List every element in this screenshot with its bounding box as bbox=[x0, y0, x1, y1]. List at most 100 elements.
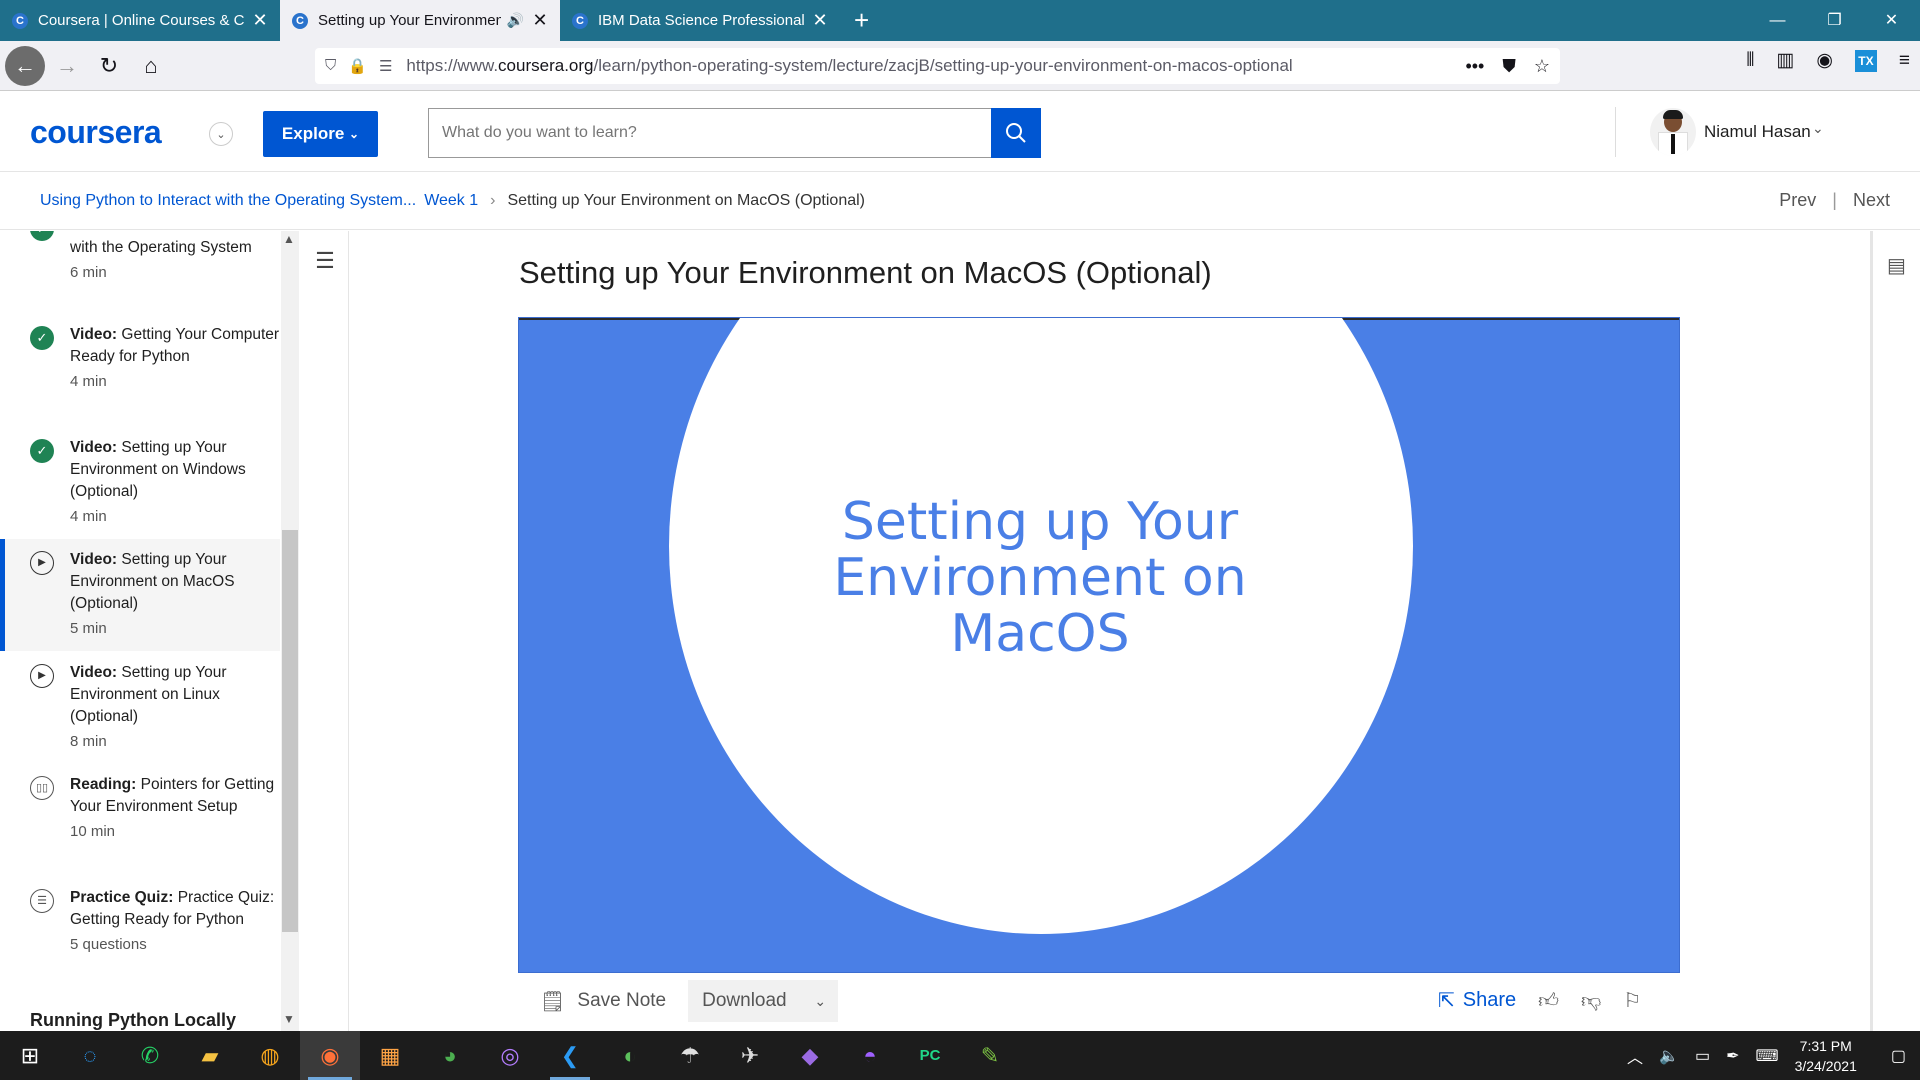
browser-tab[interactable]: C IBM Data Science Professional ✕ bbox=[560, 0, 840, 41]
github-icon[interactable]: ◎ bbox=[480, 1031, 540, 1080]
close-tab-icon[interactable]: ✕ bbox=[252, 10, 268, 31]
sidebar-item-title: with the Operating System bbox=[70, 239, 252, 256]
sidebar-item[interactable]: ☰ Practice Quiz: Practice Quiz: Getting … bbox=[0, 887, 280, 956]
thumbs-down-icon[interactable]: 👎︎ bbox=[1581, 989, 1601, 1013]
search-icon[interactable]: ◌ bbox=[60, 1031, 120, 1080]
user-name[interactable]: Niamul Hasan bbox=[1704, 122, 1811, 142]
clock[interactable]: 7:31 PM 3/24/2021 bbox=[1795, 1036, 1857, 1076]
sidebar-scroll-thumb[interactable] bbox=[282, 530, 298, 932]
page-title: Setting up Your Environment on MacOS (Op… bbox=[519, 255, 1212, 290]
menu-icon[interactable]: ≡ bbox=[1899, 50, 1910, 72]
sidebar-toggle-icon[interactable]: ▥ bbox=[1776, 49, 1794, 72]
note-icon: 🗒 bbox=[540, 990, 566, 1013]
coursera-logo[interactable]: coursera bbox=[30, 114, 162, 151]
explore-button[interactable]: Explore ⌄ bbox=[263, 111, 378, 157]
file-explorer-icon[interactable]: ▰ bbox=[180, 1031, 240, 1080]
prev-link[interactable]: Prev bbox=[1779, 190, 1816, 211]
pocket-icon[interactable]: ⛊ bbox=[1502, 56, 1516, 77]
video-player[interactable]: Setting up Your Environment on MacOS bbox=[518, 317, 1680, 973]
check-icon: ✓ bbox=[30, 439, 54, 463]
chevron-up-icon[interactable]: ︿ bbox=[1627, 1044, 1643, 1068]
sidebar-item[interactable]: ▶ Video: Setting up Your Environment on … bbox=[0, 662, 280, 753]
sidebar-item[interactable]: ✓ Video: Setting up Your Environment on … bbox=[0, 437, 280, 528]
close-tab-icon[interactable]: ✕ bbox=[812, 10, 828, 31]
close-tab-icon[interactable]: ✕ bbox=[532, 10, 548, 31]
notepad-icon[interactable]: ✎ bbox=[960, 1031, 1020, 1080]
app-icon[interactable]: ◍ bbox=[240, 1031, 300, 1080]
play-icon: ▶ bbox=[30, 664, 54, 688]
pycharm-icon[interactable]: PC bbox=[900, 1031, 960, 1080]
volume-icon[interactable]: 🔈 bbox=[1659, 1046, 1679, 1066]
permissions-icon[interactable]: ☰ bbox=[379, 57, 392, 75]
save-note-label: Save Note bbox=[577, 990, 667, 1011]
back-arrow-icon[interactable]: ← bbox=[5, 45, 45, 86]
notes-icon[interactable]: ▤ bbox=[1887, 253, 1906, 278]
network-icon[interactable]: ▭ bbox=[1695, 1046, 1710, 1066]
vscode-icon[interactable]: ❮ bbox=[540, 1031, 600, 1080]
list-toggle-icon[interactable]: ☰ bbox=[303, 239, 347, 283]
more-actions-icon[interactable]: ••• bbox=[1465, 56, 1484, 77]
speaker-icon[interactable]: 🔊 bbox=[507, 12, 524, 29]
firefox-icon[interactable]: ◉ bbox=[300, 1031, 360, 1080]
new-tab-icon[interactable]: + bbox=[854, 0, 869, 41]
sidebar-item-active[interactable]: ▶ Video: Setting up Your Environment on … bbox=[0, 539, 280, 651]
extension-icon[interactable]: TX bbox=[1854, 49, 1877, 72]
tab-label: Setting up Your Environmen bbox=[318, 12, 501, 29]
spaceship-icon[interactable]: ✈ bbox=[720, 1031, 780, 1080]
search-input[interactable] bbox=[442, 124, 991, 142]
flag-icon[interactable]: ⚐ bbox=[1623, 988, 1641, 1013]
window-controls: — ❐ ✕ bbox=[1749, 0, 1920, 41]
url-bar[interactable]: ⛉ 🔒 ☰ https://www.coursera.org/learn/pyt… bbox=[315, 48, 1560, 84]
shield-icon[interactable]: ⛉ bbox=[325, 57, 336, 75]
notification-icon[interactable]: ▢ bbox=[1891, 1046, 1906, 1066]
tab-label: Coursera | Online Courses & Cr bbox=[38, 12, 244, 29]
keyboard-icon[interactable]: ⌨ bbox=[1755, 1046, 1778, 1066]
sidebar-item[interactable]: ✓ with the Operating System 6 min bbox=[0, 231, 280, 284]
forward-arrow-icon[interactable]: → bbox=[47, 46, 87, 86]
scroll-down-icon[interactable]: ▼ bbox=[283, 1012, 295, 1026]
breadcrumb: Using Python to Interact with the Operat… bbox=[0, 173, 1920, 230]
sidebar-item[interactable]: ▯▯ Reading: Pointers for Getting Your En… bbox=[0, 774, 280, 843]
windows-start-icon[interactable]: ⊞ bbox=[0, 1031, 60, 1080]
bookmark-star-icon[interactable]: ☆ bbox=[1534, 56, 1550, 77]
breadcrumb-course-link[interactable]: Using Python to Interact with the Operat… bbox=[40, 192, 416, 210]
download-label: Download bbox=[702, 990, 787, 1011]
url-text[interactable]: https://www.coursera.org/learn/python-op… bbox=[406, 56, 1465, 76]
breadcrumb-week-link[interactable]: Week 1 bbox=[424, 192, 478, 210]
close-window-icon[interactable]: ✕ bbox=[1863, 0, 1920, 41]
browser-tab[interactable]: C Coursera | Online Courses & Cr ✕ bbox=[0, 0, 280, 41]
check-icon: ✓ bbox=[30, 231, 54, 241]
chevron-down-icon[interactable]: ⌄ bbox=[209, 122, 233, 146]
scroll-up-icon[interactable]: ▲ bbox=[283, 232, 295, 246]
sidebar-item-duration: 10 min bbox=[70, 823, 116, 840]
minimize-icon[interactable]: — bbox=[1749, 0, 1806, 41]
chevron-down-icon[interactable]: ⌄ bbox=[1812, 120, 1824, 137]
reload-icon[interactable]: ↻ bbox=[89, 46, 129, 86]
photos-app-icon[interactable]: ▦ bbox=[360, 1031, 420, 1080]
remote-app-icon[interactable]: ☂ bbox=[660, 1031, 720, 1080]
browser-tab-active[interactable]: C Setting up Your Environmen 🔊 ✕ bbox=[280, 0, 560, 41]
home-icon[interactable]: ⌂ bbox=[131, 46, 171, 86]
search-button[interactable] bbox=[991, 108, 1041, 158]
whatsapp-icon[interactable]: ✆ bbox=[120, 1031, 180, 1080]
messenger-icon[interactable]: ◓ bbox=[840, 1031, 900, 1080]
save-note-button[interactable]: 🗒 Save Note bbox=[540, 989, 666, 1014]
chrome-icon[interactable]: ◕ bbox=[420, 1031, 480, 1080]
globe-app-icon[interactable]: ◐ bbox=[600, 1031, 660, 1080]
share-button[interactable]: ⇱ Share bbox=[1438, 988, 1516, 1013]
check-icon: ✓ bbox=[30, 326, 54, 350]
restore-icon[interactable]: ❐ bbox=[1806, 0, 1863, 41]
next-link[interactable]: Next bbox=[1853, 190, 1890, 211]
thumbs-up-icon[interactable]: 👍︎ bbox=[1538, 989, 1559, 1013]
library-icon[interactable]: ⫴ bbox=[1746, 50, 1754, 72]
pen-icon[interactable]: ✒ bbox=[1726, 1046, 1739, 1066]
chevron-down-icon: ⌄ bbox=[349, 127, 360, 141]
avatar[interactable] bbox=[1650, 108, 1696, 156]
sidebar-item-duration: 4 min bbox=[70, 508, 107, 525]
sidebar-item[interactable]: ✓ Video: Getting Your Computer Ready for… bbox=[0, 324, 280, 393]
account-icon[interactable]: ◉ bbox=[1816, 49, 1833, 72]
sidebar-item-title: Reading: Pointers for Getting Your Envir… bbox=[70, 776, 275, 815]
lock-icon[interactable]: 🔒 bbox=[348, 57, 367, 75]
visual-studio-icon[interactable]: ◆ bbox=[780, 1031, 840, 1080]
download-dropdown[interactable]: Download ⌄ bbox=[688, 980, 839, 1022]
